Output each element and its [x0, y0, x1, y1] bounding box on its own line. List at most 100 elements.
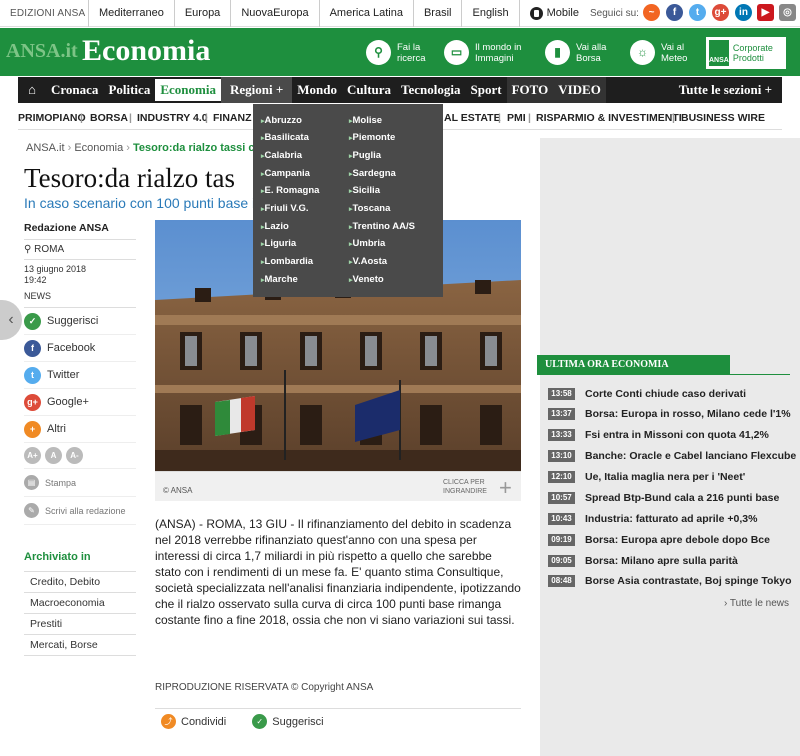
font-increase-button[interactable]: A+	[24, 447, 41, 464]
font-reset-button[interactable]: A	[45, 447, 62, 464]
archive-item[interactable]: Prestiti	[24, 614, 136, 635]
suggest-button[interactable]: ✓ Suggerisci	[252, 714, 324, 729]
twitter-icon[interactable]: t	[689, 4, 706, 21]
prev-article-arrow[interactable]: ‹	[0, 300, 22, 340]
subnav-pmi[interactable]: PMI	[507, 112, 526, 124]
share-suggerisci[interactable]: ✓ Suggerisci	[24, 308, 136, 335]
subnav-borsa[interactable]: BORSA	[90, 112, 128, 124]
region-link[interactable]: Puglia	[349, 150, 382, 161]
nav-economia[interactable]: Economia	[155, 79, 221, 101]
nav-mondo[interactable]: Mondo	[292, 77, 342, 103]
breadcrumb-home[interactable]: ANSA.it	[26, 142, 65, 154]
share-button[interactable]: ⤴ Condividi	[161, 714, 226, 729]
nav-tecnologia[interactable]: Tecnologia	[396, 77, 465, 103]
subnav-business-wire[interactable]: BUSINESS WIRE	[681, 112, 765, 124]
news-item[interactable]: 13:37 Borsa: Europa in rosso, Milano cede…	[548, 408, 791, 420]
nav-all-sections[interactable]: Tutte le sezioni +	[674, 77, 782, 103]
ansa-logo[interactable]: ANSA.it	[6, 40, 78, 63]
main-nav: ⌂ Cronaca Politica Economia Regioni + Mo…	[18, 77, 782, 103]
share-altri[interactable]: + Altri	[24, 416, 136, 443]
news-item[interactable]: 08:48 Borse Asia contrastate, Boj spinge …	[548, 575, 792, 587]
write-editorial-link[interactable]: ✎ Scrivi alla redazione	[24, 497, 136, 525]
news-item[interactable]: 10:43 Industria: fatturato ad aprile +0,3…	[548, 513, 757, 525]
edition-link-mediterraneo[interactable]: Mediterraneo	[88, 0, 174, 27]
mobile-link[interactable]: Mobile	[518, 0, 589, 27]
font-decrease-button[interactable]: A-	[66, 447, 83, 464]
region-link[interactable]: V.Aosta	[349, 256, 388, 267]
nav-foto[interactable]: FOTO	[506, 77, 554, 103]
news-item[interactable]: 13:33 Fsi entra in Missoni con quota 41,2…	[548, 429, 769, 441]
subnav-industry[interactable]: INDUSTRY 4.0	[137, 112, 208, 124]
youtube-icon[interactable]: ▶	[757, 4, 774, 21]
subnav-real-estate[interactable]: AL ESTATE	[444, 112, 501, 124]
article-place: ⚲ ROMA	[24, 240, 136, 260]
article-date: 13 giugno 2018 19:42	[24, 264, 87, 285]
news-item[interactable]: 12:10 Ue, Italia maglia nera per i 'Neet'	[548, 471, 745, 483]
breadcrumb-section[interactable]: Economia	[74, 142, 123, 154]
nav-regioni[interactable]: Regioni +	[220, 77, 293, 103]
region-link[interactable]: Campania	[261, 168, 310, 179]
news-item[interactable]: 10:57 Spread Btp-Bund cala a 216 punti ba…	[548, 492, 779, 504]
print-link[interactable]: ▤ Stampa	[24, 469, 136, 497]
subnav-primopiano[interactable]: PRIMOPIANO	[18, 112, 86, 124]
images-button[interactable]: ▭ Il mondo in Immagini	[444, 40, 535, 65]
region-link[interactable]: Abruzzo	[261, 115, 302, 126]
news-item[interactable]: 13:10 Banche: Oracle e Cabel lanciano Fle…	[548, 450, 796, 462]
news-item[interactable]: 09:05 Borsa: Milano apre sulla parità	[548, 555, 738, 567]
corporate-button[interactable]: ANSA Corporate Prodotti	[706, 37, 786, 69]
region-link[interactable]: Umbria	[349, 238, 386, 249]
facebook-icon[interactable]: f	[666, 4, 683, 21]
subnav-finanza[interactable]: FINANZ	[213, 112, 252, 124]
region-link[interactable]: Liguria	[261, 238, 297, 249]
region-link[interactable]: Sardegna	[349, 168, 396, 179]
search-button[interactable]: ⚲ Fai la ricerca	[366, 40, 437, 65]
instagram-icon[interactable]: ◎	[779, 4, 796, 21]
edition-link-america-latina[interactable]: America Latina	[318, 0, 413, 27]
region-link[interactable]: Piemonte	[349, 132, 396, 143]
googleplus-icon[interactable]: g+	[712, 4, 729, 21]
region-link[interactable]: Basilicata	[261, 132, 309, 143]
regions-dropdown: Abruzzo Basilicata Calabria Campania E. …	[253, 104, 443, 297]
linkedin-icon[interactable]: in	[735, 4, 752, 21]
region-link[interactable]: Molise	[349, 115, 383, 126]
archive-item[interactable]: Macroeconomia	[24, 593, 136, 614]
region-link[interactable]: Veneto	[349, 274, 384, 285]
all-news-link[interactable]: › Tutte le news	[724, 598, 789, 609]
news-item[interactable]: 13:58 Corte Conti chiude caso derivati	[548, 388, 746, 400]
region-link[interactable]: Toscana	[349, 203, 391, 214]
meteo-button[interactable]: ☼ Vai al Meteo	[630, 40, 701, 65]
region-link[interactable]: Friuli V.G.	[261, 203, 309, 214]
home-icon[interactable]: ⌂	[18, 77, 46, 103]
nav-cronaca[interactable]: Cronaca	[46, 77, 103, 103]
edition-link-europa[interactable]: Europa	[173, 0, 230, 27]
nav-politica[interactable]: Politica	[103, 77, 155, 103]
edition-link-english[interactable]: English	[461, 0, 518, 27]
enlarge-link[interactable]: CLICCA PER INGRANDIRE	[443, 478, 498, 496]
edition-link-brasil[interactable]: Brasil	[412, 0, 462, 27]
region-link[interactable]: Sicilia	[349, 185, 380, 196]
edition-link-nuovaeuropa[interactable]: NuovaEuropa	[230, 0, 318, 27]
region-link[interactable]: E. Romagna	[261, 185, 320, 196]
region-link[interactable]: Trentino AA/S	[349, 221, 415, 232]
suggest-icon: ✓	[252, 714, 268, 729]
nav-cultura[interactable]: Cultura	[342, 77, 396, 103]
nav-sport[interactable]: Sport	[466, 77, 507, 103]
enlarge-plus-icon[interactable]: +	[499, 475, 512, 501]
region-link[interactable]: Calabria	[261, 150, 303, 161]
section-title[interactable]: Economia	[82, 34, 210, 68]
rss-icon[interactable]: ~	[643, 4, 660, 21]
archive-item[interactable]: Credito, Debito	[24, 572, 136, 593]
subnav-risparmio[interactable]: RISPARMIO & INVESTIMENTI	[536, 112, 682, 124]
borsa-button[interactable]: ▮ Vai alla Borsa	[545, 40, 616, 65]
share-facebook[interactable]: f Facebook	[24, 335, 136, 362]
nav-video[interactable]: VIDEO	[553, 77, 606, 103]
share-twitter[interactable]: t Twitter	[24, 362, 136, 389]
news-item[interactable]: 09:19 Borsa: Europa apre debole dopo Bce	[548, 534, 770, 546]
region-link[interactable]: Marche	[261, 274, 298, 285]
region-link[interactable]: Lombardia	[261, 256, 314, 267]
region-link[interactable]: Lazio	[261, 221, 289, 232]
archive-item[interactable]: Mercati, Borse	[24, 635, 136, 656]
share-googleplus[interactable]: g+ Google+	[24, 389, 136, 416]
article-author: Redazione ANSA	[24, 222, 136, 240]
bottom-share-bar: ⤴ Condividi ✓ Suggerisci	[155, 708, 521, 734]
